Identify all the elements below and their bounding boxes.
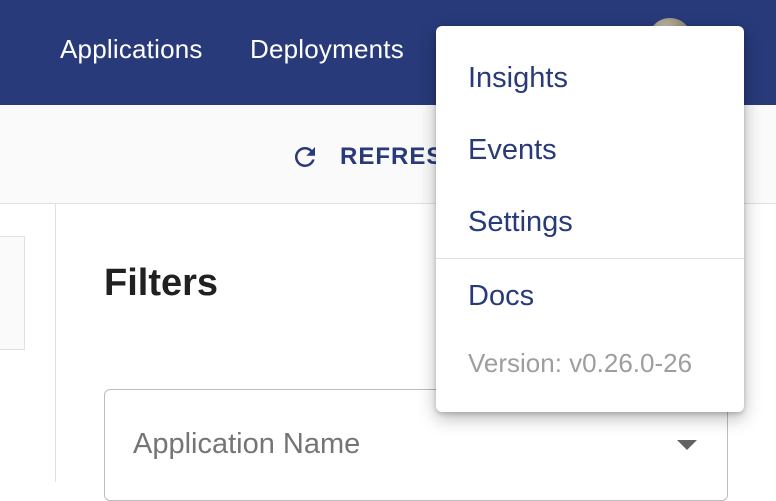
filters-title: Filters (104, 262, 219, 304)
arrow-drop-down-icon (677, 440, 697, 450)
nav-deployments[interactable]: Deployments (250, 34, 404, 65)
refresh-button[interactable]: REFRES (290, 135, 443, 179)
panel-divider (55, 203, 56, 482)
user-menu: Insights Events Settings Docs Version: v… (436, 26, 744, 412)
menu-item-settings[interactable]: Settings (468, 206, 573, 239)
refresh-label: REFRES (340, 143, 444, 170)
menu-divider (436, 258, 744, 259)
refresh-icon (294, 146, 315, 167)
menu-item-docs[interactable]: Docs (468, 280, 534, 313)
version-text: Version: v0.26.0-26 (468, 348, 693, 378)
application-name-label: Application Name (133, 428, 361, 460)
menu-item-insights[interactable]: Insights (468, 62, 568, 95)
left-panel (0, 236, 25, 350)
menu-item-events[interactable]: Events (468, 134, 557, 167)
nav-applications[interactable]: Applications (60, 34, 203, 65)
